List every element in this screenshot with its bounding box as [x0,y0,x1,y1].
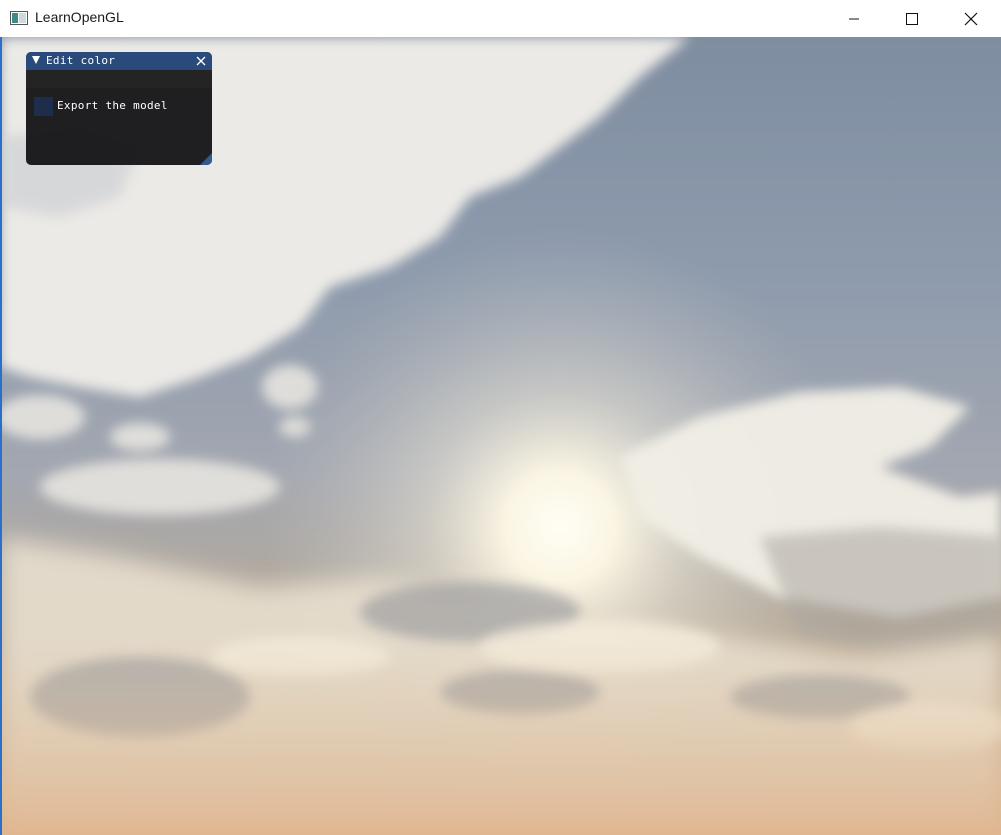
minimize-button[interactable] [825,0,883,37]
imgui-window-title: Edit color [46,54,116,67]
resize-grip-icon[interactable] [200,153,212,165]
imgui-window[interactable]: Edit color Export the model [26,52,212,165]
app-icon [10,11,28,25]
imgui-menu-bar [26,70,212,88]
imgui-title-bar[interactable]: Edit color [26,52,212,70]
close-button[interactable] [942,0,1000,37]
minimize-icon [849,18,859,19]
close-icon[interactable] [194,54,208,68]
export-model-label[interactable]: Export the model [57,99,168,112]
collapse-arrow-icon[interactable] [32,56,40,64]
maximize-button[interactable] [883,0,941,37]
viewport-left-border [0,37,2,835]
window-title-bar[interactable]: LearnOpenGL [0,0,1001,37]
export-model-checkbox[interactable] [34,97,53,116]
window-title: LearnOpenGL [35,9,124,25]
close-icon [964,12,978,25]
maximize-icon [906,12,918,25]
